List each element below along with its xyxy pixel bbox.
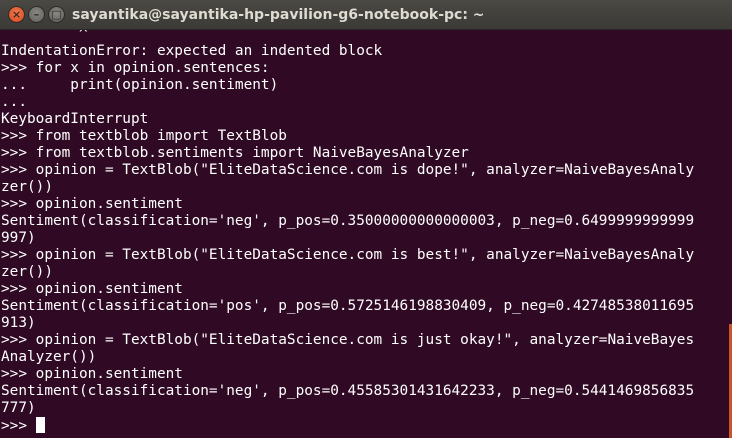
terminal-line: zer()) (1, 179, 53, 195)
terminal-line: Sentiment(classification='neg', p_pos=0.… (1, 383, 695, 399)
text-cursor (35, 417, 45, 433)
terminal-output: ^ IndentationError: expected an indented… (1, 30, 694, 434)
terminal-area[interactable]: ^ IndentationError: expected an indented… (0, 30, 732, 438)
terminal-line: >>> opinion = TextBlob("EliteDataScience… (1, 332, 695, 348)
terminal-line: Sentiment(classification='neg', p_pos=0.… (1, 213, 695, 229)
prompt: >>> (1, 418, 36, 434)
terminal-line: ... (1, 94, 27, 110)
maximize-icon: □ (51, 8, 62, 21)
terminal-line: KeyboardInterrupt (1, 111, 149, 127)
terminal-line: IndentationError: expected an indented b… (1, 43, 383, 59)
terminal-line: 777) (1, 400, 36, 416)
terminal-line: >>> opinion = TextBlob("EliteDataScience… (1, 162, 695, 178)
terminal-line: 997) (1, 230, 36, 246)
title-bar[interactable]: × – □ sayantika@sayantika-hp-pavilion-g6… (0, 0, 732, 30)
terminal-window: × – □ sayantika@sayantika-hp-pavilion-g6… (0, 0, 732, 438)
minimize-icon: – (33, 8, 40, 21)
terminal-line: >>> from textblob.sentiments import Naiv… (1, 145, 469, 161)
terminal-line: >>> for x in opinion.sentences: (1, 60, 270, 76)
terminal-line: >>> from textblob import TextBlob (1, 128, 287, 144)
terminal-line: Sentiment(classification='pos', p_pos=0.… (1, 298, 695, 314)
prompt-line[interactable]: >>> (1, 417, 694, 434)
terminal-line: ... print(opinion.sentiment) (1, 77, 279, 93)
terminal-line: >>> opinion = TextBlob("EliteDataScience… (1, 247, 695, 263)
terminal-line: 913) (1, 315, 36, 331)
terminal-line: >>> opinion.sentiment (1, 281, 183, 297)
window-title: sayantika@sayantika-hp-pavilion-g6-noteb… (72, 7, 485, 23)
terminal-line: ^ (1, 30, 88, 42)
maximize-button[interactable]: □ (48, 6, 65, 23)
terminal-line: zer()) (1, 264, 53, 280)
terminal-line: Analyzer()) (1, 349, 97, 365)
close-button[interactable]: × (8, 6, 25, 23)
close-icon: × (11, 8, 22, 21)
minimize-button[interactable]: – (28, 6, 45, 23)
terminal-line: >>> opinion.sentiment (1, 366, 183, 382)
terminal-line: >>> opinion.sentiment (1, 196, 183, 212)
